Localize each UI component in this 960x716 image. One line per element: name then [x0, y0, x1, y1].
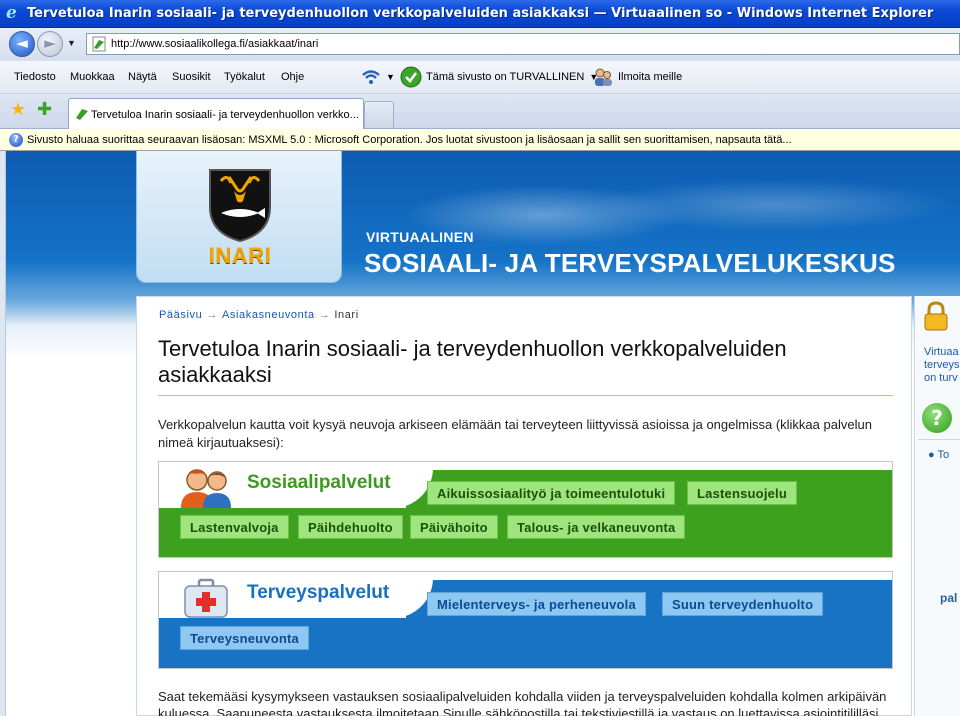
health-services-section: Terveyspalvelut Mielenterveys- ja perhen…: [158, 571, 893, 669]
tab-label: Tervetuloa Inarin sosiaali- ja terveyden…: [91, 109, 359, 121]
sidebar-link-label: To: [937, 449, 950, 461]
breadcrumb-separator: →: [206, 309, 218, 321]
service-child-supervisor[interactable]: Lastenvalvoja: [180, 515, 289, 539]
service-child-protection[interactable]: Lastensuojelu: [687, 481, 798, 505]
menu-favorites[interactable]: Suosikit: [172, 71, 211, 83]
arrow-left-icon: ◄: [16, 34, 28, 52]
breadcrumb-current: Inari: [334, 309, 359, 321]
new-tab-button[interactable]: [364, 101, 394, 128]
favorites-star-icon[interactable]: ★: [10, 100, 26, 120]
people-icon: [181, 469, 231, 508]
navigation-bar: ◄ ► ▼ http://www.sosiaalikollega.fi/asia…: [0, 28, 960, 61]
report-button[interactable]: Ilmoita meille: [592, 66, 682, 88]
help-icon[interactable]: ?: [922, 403, 952, 433]
intro-text: Verkkopalvelun kautta voit kysyä neuvoja…: [158, 417, 872, 450]
service-mental-health[interactable]: Mielenterveys- ja perheneuvola: [427, 592, 646, 616]
menu-view[interactable]: Näytä: [128, 71, 157, 83]
service-daycare[interactable]: Päivähoito: [410, 515, 498, 539]
information-bar-message: Sivusto haluaa suorittaa seuraavan lisäo…: [27, 134, 792, 146]
page-icon: [92, 36, 106, 52]
info-shield-icon: ?: [9, 133, 23, 147]
safe-site-label: Tämä sivusto on TURVALLINEN: [426, 71, 585, 83]
health-services-title: Terveyspalvelut: [247, 582, 390, 603]
feeds-button[interactable]: ▼: [360, 66, 395, 88]
menu-edit[interactable]: Muokkaa: [70, 71, 115, 83]
window-title: Tervetuloa Inarin sosiaali- ja terveyden…: [27, 6, 934, 21]
tab-active[interactable]: Tervetuloa Inarin sosiaali- ja terveyden…: [68, 98, 364, 129]
sidebar-text: Virtuaa terveys on turv: [924, 346, 960, 385]
sidebar-divider: [918, 439, 960, 440]
title-divider: [158, 395, 893, 396]
menu-help[interactable]: Ohje: [281, 71, 304, 83]
town-name: INARI: [208, 243, 272, 268]
coat-of-arms-icon: [209, 169, 271, 243]
sidebar-text-line: terveys: [924, 359, 960, 371]
social-services-section: Sosiaalipalvelut Aikuissosiaalityö ja to…: [158, 461, 893, 558]
first-aid-kit-icon: [184, 578, 228, 618]
information-bar[interactable]: ? Sivusto haluaa suorittaa seuraavan lis…: [0, 129, 960, 151]
service-debt-counselling[interactable]: Talous- ja velkaneuvonta: [507, 515, 686, 539]
breadcrumb: Pääsivu → Asiakasneuvonta → Inari: [159, 309, 359, 321]
service-dental-care[interactable]: Suun terveydenhuolto: [662, 592, 824, 616]
breadcrumb-separator: →: [318, 309, 331, 321]
service-adult-social-work[interactable]: Aikuissosiaalityö ja toimeentulotuki: [427, 481, 676, 505]
forward-button[interactable]: ►: [37, 31, 63, 57]
menu-bar: Tiedosto Muokkaa Näytä Suosikit Työkalut…: [0, 61, 960, 94]
menu-file[interactable]: Tiedosto: [14, 71, 56, 83]
window-title-bar[interactable]: e Tervetuloa Inarin sosiaali- ja terveyd…: [0, 0, 960, 28]
wifi-icon: [362, 70, 380, 84]
checkmark-icon: [400, 66, 422, 88]
site-logo[interactable]: INARI: [136, 151, 342, 283]
header-subtitle: VIRTUAALINEN: [366, 229, 474, 245]
service-substance-abuse[interactable]: Päihdehuolto: [298, 515, 403, 539]
feeds-dropdown-icon: ▼: [386, 72, 395, 82]
header-title: SOSIAALI- JA TERVEYSPALVELUKESKUS: [364, 248, 896, 278]
lock-icon: [924, 301, 948, 331]
sidebar-text-line: on turv: [924, 372, 958, 384]
page-icon: [76, 109, 88, 120]
report-label: Ilmoita meille: [618, 71, 683, 83]
ie-logo-icon: e: [6, 3, 17, 23]
menu-tools[interactable]: Työkalut: [224, 71, 265, 83]
sidebar-link[interactable]: ● To: [928, 449, 960, 461]
response-info-text: Saat tekemääsi kysymykseen vastauksen so…: [158, 689, 887, 716]
service-health-advice[interactable]: Terveysneuvonta: [180, 626, 309, 650]
sidebar-text-line: Virtuaa: [924, 346, 959, 358]
address-bar[interactable]: http://www.sosiaalikollega.fi/asiakkaat/…: [86, 33, 960, 55]
sidebar-bottom-text: pal: [940, 591, 958, 605]
tab-bar: ★ ✚ Tervetuloa Inarin sosiaali- ja terve…: [0, 94, 960, 129]
social-services-title: Sosiaalipalvelut: [247, 472, 391, 493]
page-title: Tervetuloa Inarin sosiaali- ja terveyden…: [158, 336, 787, 387]
people-icon: [595, 68, 612, 86]
breadcrumb-advice[interactable]: Asiakasneuvonta: [222, 309, 315, 321]
history-dropdown-icon[interactable]: ▼: [67, 38, 76, 48]
url-text: http://www.sosiaalikollega.fi/asiakkaat/…: [111, 38, 319, 50]
back-button[interactable]: ◄: [9, 31, 35, 57]
breadcrumb-home[interactable]: Pääsivu: [159, 309, 202, 321]
page-left-edge: [0, 151, 6, 716]
arrow-right-icon: ►: [44, 34, 56, 52]
safe-site-indicator[interactable]: Tämä sivusto on TURVALLINEN ▼: [400, 66, 598, 88]
add-favorite-icon[interactable]: ✚: [37, 100, 52, 120]
